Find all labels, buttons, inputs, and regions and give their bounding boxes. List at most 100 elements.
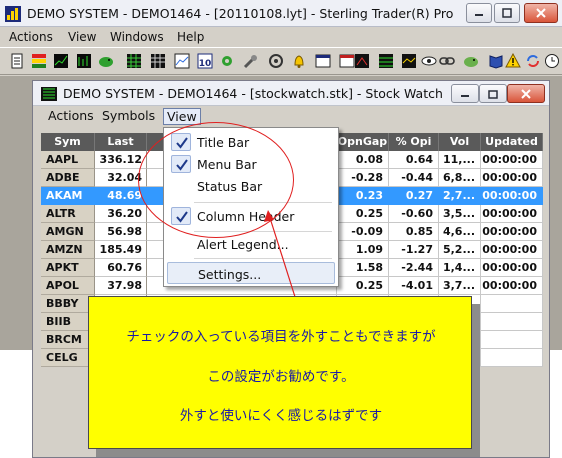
cell-sym: APKT (41, 259, 95, 277)
menu-item-label: Settings... (198, 267, 262, 282)
menu-windows[interactable]: Windows (110, 30, 164, 44)
chart-icon[interactable] (354, 53, 370, 69)
chart-icon[interactable] (174, 53, 190, 69)
svg-text:10: 10 (199, 59, 212, 69)
close-icon (508, 85, 544, 102)
close-button[interactable] (524, 3, 558, 23)
grid-icon[interactable] (378, 53, 394, 69)
callout-line: 外すと使いにくく感じるはずです (179, 408, 383, 424)
cell-sym: ADBE (41, 169, 95, 187)
col-header-opngap[interactable]: OpnGap (337, 133, 389, 151)
calendar-10-icon[interactable]: 10 (197, 53, 213, 69)
cell-updated: 00:00:00 (481, 223, 543, 241)
app-toolbar: 10 (0, 47, 562, 75)
close-icon (525, 4, 557, 22)
piggy-bank-icon[interactable] (463, 53, 479, 69)
cell-sym: BIIB (41, 313, 95, 331)
menu-item-settings[interactable]: Settings... (167, 262, 335, 284)
menu-item-alert-legend[interactable]: Alert Legend... (167, 233, 335, 255)
cell-updated: 00:00:00 (481, 277, 543, 295)
piggy-bank-icon[interactable] (98, 53, 114, 69)
sw-menu-actions[interactable]: Actions (45, 108, 97, 125)
cell-updated (481, 313, 543, 331)
col-header-vol[interactable]: Vol (439, 133, 481, 151)
cell-opngap: 0.08 (337, 151, 389, 169)
cell-updated: 00:00:00 (481, 205, 543, 223)
gear-icon[interactable] (219, 53, 235, 69)
minimize-icon (452, 85, 478, 102)
menu-item-label: Alert Legend... (197, 237, 289, 252)
chart-icon[interactable] (401, 53, 417, 69)
cell-sym: APOL (41, 277, 95, 295)
sw-menu-view[interactable]: View (163, 108, 201, 125)
maximize-icon (495, 4, 519, 22)
col-header-updated[interactable]: Updated (481, 133, 543, 151)
cell-sym: AKAM (41, 187, 95, 205)
menu-help[interactable]: Help (177, 30, 204, 44)
cell-pct: -4.01 (389, 277, 439, 295)
grid-icon[interactable] (126, 53, 142, 69)
cell-sym: CELG (41, 349, 95, 367)
cell-sym: ALTR (41, 205, 95, 223)
cell-updated (481, 331, 543, 349)
cell-pct: 0.27 (389, 187, 439, 205)
cell-last: 36.20 (95, 205, 147, 223)
sync-icon[interactable] (525, 53, 541, 69)
maximize-button[interactable] (494, 3, 520, 23)
cell-vol: 4,6... (439, 223, 481, 241)
chart-icon[interactable] (53, 53, 69, 69)
cell-sym: AAPL (41, 151, 95, 169)
link-icon[interactable] (439, 53, 455, 69)
col-header-last[interactable]: Last (95, 133, 147, 151)
cell-vol: 5,2... (439, 241, 481, 259)
eye-icon[interactable] (421, 53, 437, 69)
cell-updated: 00:00:00 (481, 187, 543, 205)
cell-last: 60.76 (95, 259, 147, 277)
col-header-pct[interactable]: % Opi (389, 133, 439, 151)
cell-opngap: 0.23 (337, 187, 389, 205)
col-header-sym[interactable]: Sym (41, 133, 95, 151)
color-bars-icon[interactable] (31, 53, 47, 69)
window-icon[interactable] (315, 53, 331, 69)
bell-icon[interactable] (291, 53, 307, 69)
clock-icon[interactable] (544, 53, 560, 69)
grid-icon[interactable] (150, 53, 166, 69)
cell-sym: AMGN (41, 223, 95, 241)
document-icon[interactable] (9, 53, 25, 69)
stock-watch-menu-bar: Actions Symbols View (33, 106, 549, 127)
sterling-logo-icon (5, 6, 21, 22)
sw-menu-symbols[interactable]: Symbols (99, 108, 158, 125)
cell-opngap: -0.09 (337, 223, 389, 241)
cell-opngap: 1.58 (337, 259, 389, 277)
chart-icon[interactable] (76, 53, 92, 69)
gear-icon[interactable] (268, 53, 284, 69)
menu-separator (194, 258, 332, 259)
sw-close-button[interactable] (507, 84, 545, 103)
sw-minimize-button[interactable] (451, 84, 479, 103)
sw-restore-button[interactable] (479, 84, 507, 103)
cell-vol: 3,7... (439, 277, 481, 295)
minimize-button[interactable] (466, 3, 492, 23)
cell-opngap: 0.25 (337, 205, 389, 223)
tool-icon[interactable] (243, 53, 259, 69)
cell-pct: -0.44 (389, 169, 439, 187)
annotation-ellipse (138, 122, 294, 238)
app-title-bar[interactable]: DEMO SYSTEM - DEMO1464 - [20110108.lyt] … (0, 0, 562, 27)
app-menu-bar: Actions View Windows Help (0, 27, 562, 47)
menu-actions[interactable]: Actions (9, 30, 53, 44)
cell-pct: 0.64 (389, 151, 439, 169)
cell-pct: -2.44 (389, 259, 439, 277)
stock-watch-title: DEMO SYSTEM - DEMO1464 - [stockwatch.stk… (63, 86, 443, 101)
menu-view[interactable]: View (68, 30, 96, 44)
window-icon[interactable] (339, 53, 355, 69)
book-icon[interactable] (488, 53, 504, 69)
warning-icon[interactable] (505, 53, 521, 69)
stock-watch-title-bar[interactable]: DEMO SYSTEM - DEMO1464 - [stockwatch.stk… (33, 81, 549, 106)
cell-opngap: -0.28 (337, 169, 389, 187)
cell-vol: 11,... (439, 151, 481, 169)
cell-pct: -1.27 (389, 241, 439, 259)
cell-updated (481, 295, 543, 313)
cell-opngap: 0.25 (337, 277, 389, 295)
callout-note: チェックの入っている項目を外すこともできますが この設定がお勧めです。 外すと使… (88, 296, 472, 449)
cell-sym: BBBY (41, 295, 95, 313)
